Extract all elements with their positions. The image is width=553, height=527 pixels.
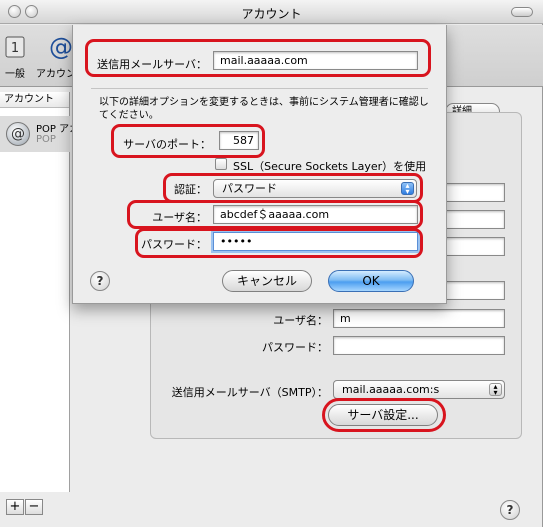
auth-popup[interactable]: パスワード ▴ ▾ xyxy=(213,179,417,198)
toolbar-item-general[interactable]: 1 一般 xyxy=(0,33,30,80)
ok-button[interactable]: OK xyxy=(328,270,414,292)
toolbar-toggle-icon[interactable] xyxy=(511,7,533,17)
cancel-button[interactable]: キャンセル xyxy=(222,270,312,292)
ssl-checkbox[interactable] xyxy=(215,158,227,170)
svg-text:1: 1 xyxy=(11,41,19,56)
username-input[interactable]: m xyxy=(333,309,505,328)
smtp-label: 送信用メールサーバ（SMTP）： xyxy=(171,386,328,399)
server-port-input[interactable]: 587 xyxy=(219,131,259,150)
account-row-pop[interactable]: @ POP アカウント POP xyxy=(0,116,109,152)
add-account-button[interactable]: + xyxy=(6,499,24,515)
separator xyxy=(91,88,428,89)
help-button[interactable]: ? xyxy=(500,500,520,520)
password-label: パスワード： xyxy=(262,341,328,354)
title-bar: アカウント xyxy=(0,0,543,24)
account-type: POP xyxy=(36,134,56,145)
smtp-server-settings-sheet: 送信用メールサーバ： mail.aaaaa.com 以下の詳細オプションを変更す… xyxy=(72,25,447,304)
auth-value: パスワード xyxy=(222,182,277,195)
popup-arrows-icon: ▴ ▾ xyxy=(489,383,502,397)
window-title: アカウント xyxy=(241,7,302,21)
sheet-help-button[interactable]: ? xyxy=(90,271,110,291)
general-icon: 1 xyxy=(2,33,28,61)
sheet-password-label: パスワード： xyxy=(141,238,207,251)
smtp-server-popup[interactable]: mail.aaaaa.com:s ▴ ▾ xyxy=(333,380,505,399)
account-list-header: アカウント xyxy=(0,92,69,108)
password-input[interactable] xyxy=(333,336,505,355)
auth-label: 認証： xyxy=(174,183,207,196)
sheet-username-input[interactable]: abcdef＄aaaaa.com xyxy=(213,205,418,224)
sheet-password-input[interactable]: ••••• xyxy=(213,232,418,251)
toolbar-item-label: 一般 xyxy=(5,69,25,80)
account-list: アカウント @ POP アカウント POP xyxy=(0,92,109,492)
smtp-server-value: mail.aaaaa.com:s xyxy=(342,383,440,396)
ssl-label: SSL（Secure Sockets Layer）を使用 xyxy=(233,160,427,173)
server-port-label: サーバのポート： xyxy=(123,138,211,151)
server-settings-button[interactable]: サーバ設定... xyxy=(328,404,438,426)
account-window: アカウント 1 一般 @ アカウント アカウント @ POP アカ xyxy=(0,0,543,527)
smtp-server-label: 送信用メールサーバ： xyxy=(97,58,207,71)
popup-arrows-icon: ▴ ▾ xyxy=(401,182,414,196)
advanced-options-note: 以下の詳細オプションを変更するときは、事前にシステム管理者に確認してください。 xyxy=(99,97,429,121)
username-label: ユーザ名： xyxy=(273,314,328,327)
at-sign-icon: @ xyxy=(6,122,30,146)
svg-text:@: @ xyxy=(49,33,73,61)
remove-account-button[interactable]: − xyxy=(25,499,43,515)
smtp-server-input[interactable]: mail.aaaaa.com xyxy=(213,51,418,70)
sheet-username-label: ユーザ名： xyxy=(152,211,207,224)
